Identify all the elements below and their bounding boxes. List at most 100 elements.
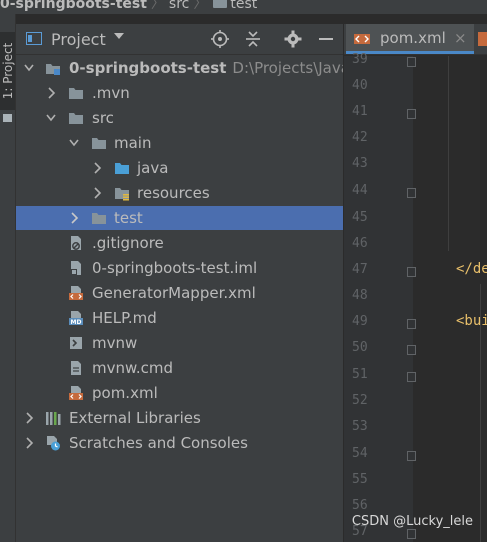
tree-item-label: java xyxy=(137,159,169,177)
chevron-right-icon[interactable] xyxy=(92,162,102,174)
tool-window-stripe: 1: Project xyxy=(0,14,16,542)
line-number: 47 xyxy=(352,262,368,277)
line-number: 40 xyxy=(352,78,368,93)
tree-item-src[interactable]: src xyxy=(16,106,343,130)
collapse-all-icon[interactable] xyxy=(243,29,263,49)
line-number: 45 xyxy=(352,210,368,225)
structure-icon[interactable] xyxy=(3,114,12,122)
tree-item-help-md[interactable]: MD HELP.md xyxy=(16,306,343,330)
tree-item-label: External Libraries xyxy=(69,409,201,427)
tree-item-test[interactable]: test xyxy=(16,206,343,230)
chevron-right-icon[interactable] xyxy=(24,412,34,424)
svg-text:MD: MD xyxy=(71,319,82,326)
locate-icon[interactable] xyxy=(210,29,230,49)
folder-icon xyxy=(213,0,228,8)
indent-guide xyxy=(448,56,449,251)
fold-marker[interactable] xyxy=(407,267,416,277)
project-tree: 0-springboots-test D:\Projects\JavaP .mvn… xyxy=(16,55,343,542)
tree-item-label: pom.xml xyxy=(92,384,158,402)
close-icon[interactable]: × xyxy=(454,29,467,47)
tree-item-generator-mapper[interactable]: GeneratorMapper.xml xyxy=(16,281,343,305)
breadcrumb-project[interactable]: 0-springboots-test xyxy=(0,0,147,12)
tree-item-label: HELP.md xyxy=(92,309,157,327)
tree-item-gitignore[interactable]: .gitignore xyxy=(16,231,343,255)
iml-file-icon xyxy=(71,261,81,275)
fold-marker[interactable] xyxy=(407,345,416,355)
xml-file-icon xyxy=(354,34,370,44)
maven-file-icon xyxy=(69,386,83,400)
tree-item-external-libraries[interactable]: External Libraries xyxy=(16,406,343,430)
breadcrumb-separator: 〉 xyxy=(193,0,208,12)
chevron-down-icon[interactable] xyxy=(46,112,56,124)
xml-file-icon xyxy=(69,286,83,300)
line-number: 50 xyxy=(352,340,368,355)
project-tool-tab[interactable]: 1: Project xyxy=(0,32,15,110)
tree-item-label: .mvn xyxy=(92,84,130,102)
libraries-icon xyxy=(46,412,61,425)
tree-item-label: GeneratorMapper.xml xyxy=(92,284,256,302)
line-number: 39 xyxy=(352,52,368,67)
folder-icon xyxy=(69,88,83,99)
fold-marker[interactable] xyxy=(407,57,416,67)
tab-label: pom.xml xyxy=(380,29,446,47)
chevron-right-icon[interactable] xyxy=(24,437,34,449)
tree-item-label: src xyxy=(92,109,114,127)
editor-tab-bar: pom.xml × xyxy=(344,24,487,55)
fold-marker[interactable] xyxy=(407,529,416,539)
project-view-icon xyxy=(26,32,42,45)
tree-item-label: 0-springboots-test xyxy=(69,59,227,77)
fold-marker[interactable] xyxy=(407,451,416,461)
tab-pom-xml[interactable]: pom.xml × xyxy=(346,24,474,54)
breadcrumb-separator: 〉 xyxy=(150,0,165,12)
chevron-down-icon[interactable] xyxy=(69,137,79,149)
folder-icon xyxy=(92,213,106,224)
line-number: 44 xyxy=(352,183,368,198)
tree-item-label: 0-springboots-test.iml xyxy=(92,259,258,277)
tree-item-label: .gitignore xyxy=(92,234,164,252)
tree-item-pom-xml[interactable]: pom.xml xyxy=(16,381,343,405)
project-panel-title[interactable]: Project xyxy=(51,30,106,49)
chevron-down-icon[interactable] xyxy=(24,62,34,74)
tab-overflow[interactable] xyxy=(478,24,487,54)
tree-item-project-root[interactable]: 0-springboots-test D:\Projects\JavaP xyxy=(16,56,343,80)
tree-item-java[interactable]: java xyxy=(16,156,343,180)
markdown-file-icon: MD xyxy=(69,311,83,326)
breadcrumb-item-src[interactable]: src xyxy=(169,0,189,12)
minimize-icon[interactable] xyxy=(316,29,336,49)
tree-item-resources[interactable]: resources xyxy=(16,181,343,205)
project-panel-header: Project xyxy=(16,24,343,55)
tree-item-iml[interactable]: 0-springboots-test.iml xyxy=(16,256,343,280)
tree-item-mvnw[interactable]: mvnw xyxy=(16,331,343,355)
tree-item-scratches[interactable]: Scratches and Consoles xyxy=(16,431,343,455)
line-number: 42 xyxy=(352,130,368,145)
tree-item-mvn[interactable]: .mvn xyxy=(16,81,343,105)
folder-icon xyxy=(69,113,83,124)
line-number: 41 xyxy=(352,104,368,119)
chevron-right-icon[interactable] xyxy=(69,212,79,224)
chevron-down-icon[interactable] xyxy=(114,33,124,39)
tree-item-mvnw-cmd[interactable]: mvnw.cmd xyxy=(16,356,343,380)
line-number: 48 xyxy=(352,288,368,303)
fold-marker[interactable] xyxy=(407,319,416,329)
chevron-right-icon[interactable] xyxy=(92,187,102,199)
line-gutter: 39 40 41 42 43 44 45 46 47 48 49 50 51 5… xyxy=(344,52,416,542)
shell-file-icon xyxy=(70,337,82,349)
scratches-icon xyxy=(47,436,60,451)
line-number: 46 xyxy=(352,236,368,251)
project-tool-tab-label: 1: Project xyxy=(1,42,15,100)
source-folder-icon xyxy=(115,163,129,174)
line-number: 53 xyxy=(352,419,368,434)
breadcrumb-item-test[interactable]: test xyxy=(230,0,257,12)
tree-item-main[interactable]: main xyxy=(16,131,343,155)
fold-marker[interactable] xyxy=(407,109,416,119)
cmd-file-icon xyxy=(71,361,81,375)
gitignore-file-icon xyxy=(71,236,81,250)
chevron-right-icon[interactable] xyxy=(46,87,56,99)
fold-marker[interactable] xyxy=(407,372,416,382)
fold-marker[interactable] xyxy=(407,188,416,198)
code-line[interactable]: </de xyxy=(456,261,487,277)
editor: pom.xml × 39 40 41 42 43 44 45 46 47 48 … xyxy=(344,14,487,542)
module-folder-icon xyxy=(46,64,60,75)
gear-icon[interactable] xyxy=(283,29,303,49)
code-line[interactable]: <bui xyxy=(456,313,487,329)
